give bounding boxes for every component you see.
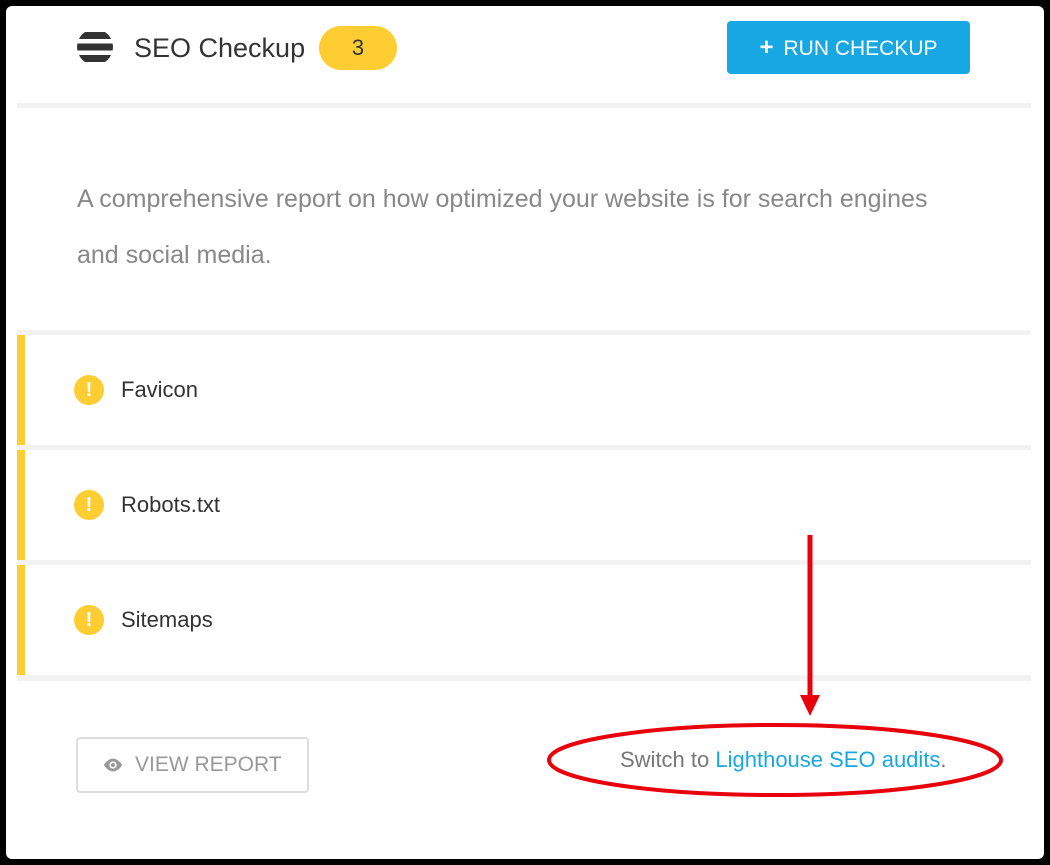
seo-checkup-card: SEO Checkup 3 + RUN CHECKUP A comprehensi… bbox=[17, 15, 1031, 849]
lighthouse-seo-audits-link[interactable]: Lighthouse SEO audits bbox=[715, 747, 940, 772]
switch-suffix: . bbox=[940, 747, 947, 772]
view-report-label: VIEW REPORT bbox=[135, 753, 282, 776]
warning-icon: ! bbox=[74, 490, 104, 520]
check-item-sitemaps[interactable]: ! Sitemaps bbox=[17, 565, 1031, 675]
card-title: SEO Checkup bbox=[134, 33, 306, 63]
issue-count-badge: 3 bbox=[319, 26, 397, 70]
card-footer: VIEW REPORT Switch to Lighthouse SEO aud… bbox=[17, 681, 1031, 849]
warning-icon: ! bbox=[74, 375, 104, 405]
view-report-button[interactable]: VIEW REPORT bbox=[76, 737, 309, 793]
eye-icon bbox=[103, 758, 123, 772]
card-description: A comprehensive report on how optimized … bbox=[77, 185, 928, 269]
description-section: A comprehensive report on how optimized … bbox=[17, 108, 1031, 330]
run-checkup-button[interactable]: + RUN CHECKUP bbox=[727, 21, 970, 74]
run-checkup-label: RUN CHECKUP bbox=[783, 37, 938, 60]
switch-to-lighthouse: Switch to Lighthouse SEO audits. bbox=[620, 745, 947, 775]
check-item-label: Sitemaps bbox=[121, 607, 213, 632]
check-item-label: Favicon bbox=[121, 377, 199, 402]
plus-icon: + bbox=[759, 34, 774, 61]
check-item-favicon[interactable]: ! Favicon bbox=[17, 335, 1031, 445]
warning-icon: ! bbox=[74, 605, 104, 635]
check-item-label: Robots.txt bbox=[121, 492, 221, 517]
check-item-robots[interactable]: ! Robots.txt bbox=[17, 450, 1031, 560]
seo-checkup-icon bbox=[77, 32, 113, 62]
card-header: SEO Checkup 3 + RUN CHECKUP bbox=[17, 15, 1031, 103]
switch-prefix: Switch to bbox=[620, 747, 716, 772]
